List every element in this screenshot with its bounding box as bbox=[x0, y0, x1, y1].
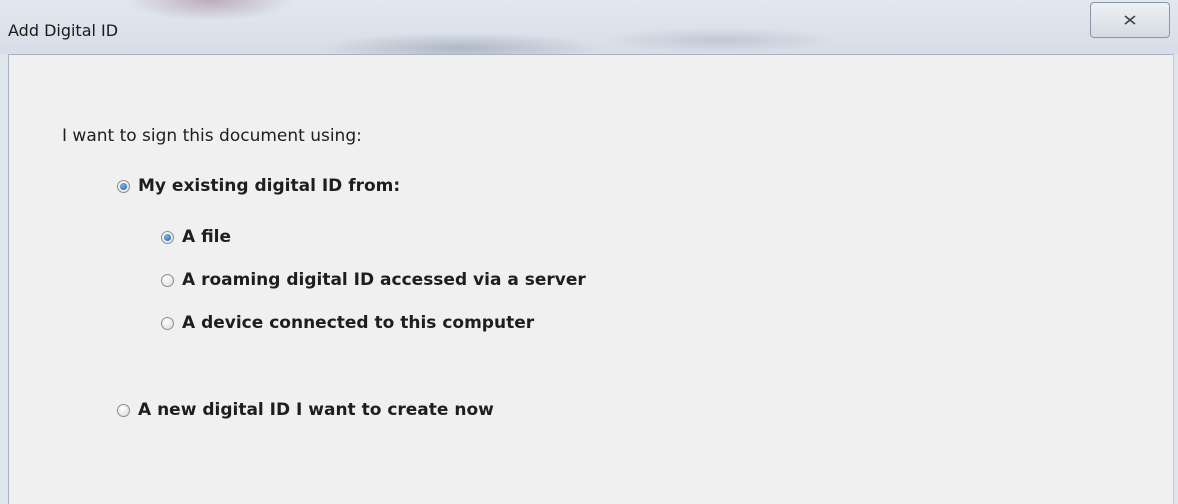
title-bar: Add Digital ID bbox=[0, 0, 1178, 54]
add-digital-id-dialog: Add Digital ID I want to sign this docum… bbox=[0, 0, 1178, 504]
radio-device-connected[interactable] bbox=[161, 316, 174, 330]
close-icon bbox=[1124, 15, 1136, 25]
option-device-connected-label: A device connected to this computer bbox=[182, 313, 535, 333]
option-new-digital-id-label: A new digital ID I want to create now bbox=[138, 400, 494, 420]
option-existing-digital-id[interactable]: My existing digital ID from: bbox=[117, 176, 400, 196]
option-a-file[interactable]: A file bbox=[161, 227, 231, 247]
close-button[interactable] bbox=[1090, 2, 1170, 38]
radio-a-file[interactable] bbox=[161, 230, 174, 244]
option-device-connected[interactable]: A device connected to this computer bbox=[161, 313, 534, 333]
dialog-title: Add Digital ID bbox=[8, 21, 119, 40]
option-existing-digital-id-label: My existing digital ID from: bbox=[138, 176, 401, 196]
radio-new-digital-id[interactable] bbox=[117, 403, 130, 417]
option-new-digital-id[interactable]: A new digital ID I want to create now bbox=[117, 400, 494, 420]
radio-existing-digital-id[interactable] bbox=[117, 179, 130, 193]
option-roaming-digital-id-label: A roaming digital ID accessed via a serv… bbox=[182, 270, 586, 290]
option-a-file-label: A file bbox=[182, 227, 232, 247]
option-roaming-digital-id[interactable]: A roaming digital ID accessed via a serv… bbox=[161, 270, 586, 290]
sign-using-prompt: I want to sign this document using: bbox=[62, 126, 362, 146]
radio-roaming-digital-id[interactable] bbox=[161, 273, 174, 287]
